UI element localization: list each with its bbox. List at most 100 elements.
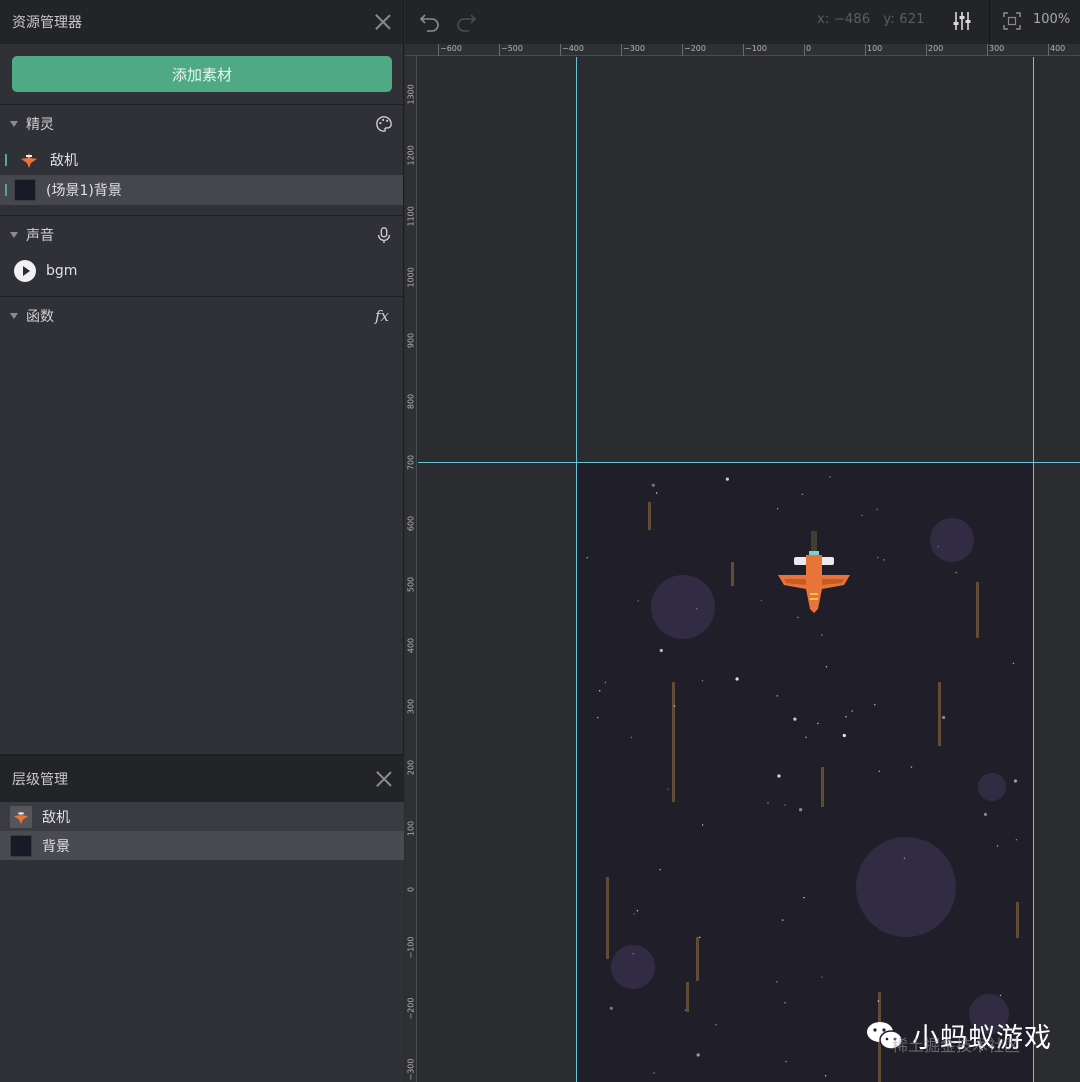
nebula-glow bbox=[611, 945, 655, 989]
stage-guide-top bbox=[418, 462, 1080, 463]
star bbox=[799, 808, 803, 812]
meteor-streak bbox=[1016, 902, 1019, 938]
star bbox=[821, 976, 823, 978]
meteor-streak bbox=[606, 877, 609, 959]
ruler-label: −500 bbox=[501, 44, 523, 53]
redo-icon[interactable] bbox=[455, 10, 477, 32]
star bbox=[861, 514, 863, 517]
palette-icon[interactable] bbox=[375, 115, 393, 133]
ruler-tick bbox=[682, 44, 683, 56]
star bbox=[630, 736, 632, 739]
enemy-plane-thumbnail bbox=[10, 805, 32, 828]
star bbox=[701, 680, 704, 682]
y-value: 621 bbox=[899, 12, 925, 27]
sprite-item-enemy[interactable]: 敌机 bbox=[0, 145, 403, 175]
collapse-triangle-icon[interactable] bbox=[10, 232, 18, 238]
layer-item-label: 敌机 bbox=[42, 809, 70, 826]
enemy-plane-sprite[interactable] bbox=[774, 531, 854, 617]
x-label: x: bbox=[817, 12, 830, 27]
star bbox=[633, 913, 635, 915]
close-icon[interactable] bbox=[375, 14, 391, 30]
ruler-tick bbox=[865, 44, 866, 56]
star bbox=[604, 681, 607, 684]
close-icon[interactable] bbox=[376, 771, 392, 787]
sounds-section-header[interactable]: 声音 bbox=[0, 216, 403, 254]
meteor-streak bbox=[731, 562, 734, 586]
ruler-label: −200 bbox=[406, 997, 416, 1020]
star bbox=[805, 736, 807, 738]
fit-screen-icon[interactable] bbox=[1001, 10, 1023, 32]
ruler-tick bbox=[560, 44, 561, 56]
collapse-triangle-icon[interactable] bbox=[10, 313, 18, 319]
star bbox=[821, 634, 823, 636]
star bbox=[699, 936, 701, 938]
ruler-label: 600 bbox=[406, 515, 416, 532]
star bbox=[776, 508, 779, 510]
ruler-tick bbox=[499, 44, 500, 56]
star bbox=[801, 493, 803, 495]
star bbox=[824, 1075, 827, 1077]
x-value: −486 bbox=[833, 12, 871, 27]
star bbox=[842, 733, 846, 738]
ruler-tick bbox=[438, 44, 439, 56]
ruler-label: 1000 bbox=[406, 267, 416, 288]
meteor-streak bbox=[648, 502, 651, 530]
ruler-label: −600 bbox=[440, 44, 462, 53]
star bbox=[983, 812, 988, 816]
ruler-label: 900 bbox=[406, 332, 416, 349]
star bbox=[845, 716, 847, 718]
sprite-item-background[interactable]: (场景1)背景 bbox=[0, 175, 403, 205]
ruler-label: 0 bbox=[406, 886, 416, 893]
enemy-plane-thumbnail bbox=[18, 149, 40, 171]
layer-item-label: 背景 bbox=[42, 838, 70, 855]
scene-canvas[interactable] bbox=[418, 57, 1080, 1082]
star bbox=[782, 919, 784, 921]
background-thumbnail bbox=[10, 834, 32, 857]
sliders-icon[interactable] bbox=[951, 10, 973, 32]
sound-item-bgm[interactable]: bgm bbox=[0, 254, 403, 288]
star bbox=[599, 690, 601, 692]
star bbox=[659, 869, 661, 871]
star bbox=[1015, 839, 1018, 841]
star bbox=[776, 981, 778, 983]
star bbox=[937, 546, 939, 548]
fx-icon[interactable]: fx bbox=[375, 307, 393, 325]
star bbox=[667, 788, 669, 790]
layer-item-enemy[interactable]: 敌机 bbox=[0, 802, 404, 831]
ruler-tick bbox=[1048, 44, 1049, 56]
stage-guide-left bbox=[576, 57, 577, 1082]
add-asset-button[interactable]: 添加素材 bbox=[12, 56, 392, 92]
undo-icon[interactable] bbox=[419, 10, 441, 32]
cursor-coordinates: x: −486 y: 621 bbox=[817, 12, 925, 27]
star bbox=[653, 1072, 655, 1074]
ruler-tick bbox=[621, 44, 622, 56]
nebula-glow bbox=[930, 518, 974, 562]
sprites-section-header[interactable]: 精灵 bbox=[0, 105, 403, 143]
ruler-tick bbox=[743, 44, 744, 56]
star bbox=[636, 910, 639, 912]
star bbox=[659, 648, 663, 653]
star bbox=[903, 857, 906, 859]
star bbox=[996, 845, 999, 847]
microphone-icon[interactable] bbox=[375, 226, 393, 244]
star bbox=[760, 599, 763, 602]
watermark-subtext: 稀土掘金技术社区 bbox=[892, 1036, 1021, 1055]
nebula-glow bbox=[651, 575, 715, 639]
ruler-label: 300 bbox=[989, 44, 1005, 53]
star bbox=[829, 476, 831, 478]
vertical-ruler: 1300 1200 1100 1000 900 800 700 600 500 400 300 200… bbox=[405, 56, 417, 1082]
asset-panel-header: 资源管理器 bbox=[0, 0, 403, 44]
collapse-triangle-icon[interactable] bbox=[10, 121, 18, 127]
star bbox=[999, 994, 1002, 997]
editor-toolbar: x: −486 y: 621 100% bbox=[405, 0, 1080, 44]
star bbox=[877, 556, 879, 559]
ruler-label: 400 bbox=[1050, 44, 1066, 53]
zoom-level[interactable]: 100% bbox=[1033, 12, 1070, 27]
sounds-section-title: 声音 bbox=[26, 228, 54, 244]
ruler-label: 200 bbox=[406, 759, 416, 776]
ruler-label: −300 bbox=[406, 1058, 416, 1081]
layer-item-background[interactable]: 背景 bbox=[0, 831, 404, 860]
functions-section-header[interactable]: 函数 fx bbox=[0, 297, 403, 335]
play-icon[interactable] bbox=[14, 260, 36, 282]
star bbox=[597, 716, 599, 719]
